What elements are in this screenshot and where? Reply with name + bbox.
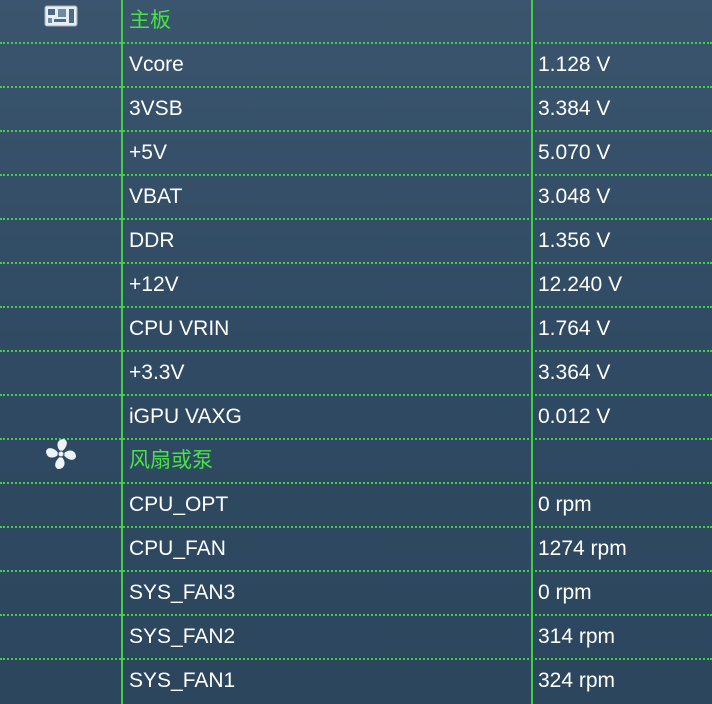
sensor-value: 1.764 V xyxy=(538,317,611,340)
category-label: 主板 xyxy=(129,9,171,32)
sensor-row[interactable]: DDR 1.356 V xyxy=(0,220,712,264)
sensor-row[interactable]: +5V 5.070 V xyxy=(0,132,712,176)
sensor-row[interactable]: SYS_FAN3 0 rpm xyxy=(0,572,712,616)
sensor-value: 5.070 V xyxy=(538,141,611,164)
sensor-value: 0 rpm xyxy=(538,493,592,516)
sensor-value: 1.356 V xyxy=(538,229,611,252)
sensor-name: 3VSB xyxy=(129,97,183,120)
sensor-name: SYS_FAN2 xyxy=(129,625,236,648)
sensor-value: 0 rpm xyxy=(538,581,592,604)
category-row-motherboard[interactable]: 主板 xyxy=(0,0,712,44)
column-divider xyxy=(121,0,123,704)
motherboard-icon xyxy=(44,0,78,42)
sensor-row[interactable]: +12V 12.240 V xyxy=(0,264,712,308)
sensor-row[interactable]: SYS_FAN1 324 rpm xyxy=(0,660,712,704)
sensor-name: +3.3V xyxy=(129,361,185,384)
sensor-row[interactable]: CPU VRIN 1.764 V xyxy=(0,308,712,352)
sensor-row[interactable]: SYS_FAN2 314 rpm xyxy=(0,616,712,660)
sensor-row[interactable]: CPU_OPT 0 rpm xyxy=(0,484,712,528)
sensor-name: CPU_OPT xyxy=(129,493,229,516)
sensor-row[interactable]: 3VSB 3.384 V xyxy=(0,88,712,132)
sensor-row[interactable]: +3.3V 3.364 V xyxy=(0,352,712,396)
sensor-row[interactable]: VBAT 3.048 V xyxy=(0,176,712,220)
sensor-value: 3.364 V xyxy=(538,361,611,384)
sensor-name: +12V xyxy=(129,273,179,296)
sensor-name: +5V xyxy=(129,141,167,164)
sensor-value: 1.128 V xyxy=(538,53,611,76)
sensor-table: 主板 Vcore 1.128 V 3VSB 3.384 V +5V 5.070 … xyxy=(0,0,712,704)
sensor-value: 0.012 V xyxy=(538,405,611,428)
sensor-name: SYS_FAN3 xyxy=(129,581,236,604)
sensor-name: VBAT xyxy=(129,185,183,208)
sensor-value: 324 rpm xyxy=(538,669,616,692)
sensor-name: CPU_FAN xyxy=(129,537,226,560)
sensor-name: iGPU VAXG xyxy=(129,405,242,428)
sensor-value: 3.048 V xyxy=(538,185,611,208)
sensor-name: Vcore xyxy=(129,53,184,76)
category-label: 风扇或泵 xyxy=(129,449,213,472)
category-row-fans[interactable]: 风扇或泵 xyxy=(0,437,712,486)
sensor-row[interactable]: iGPU VAXG 0.012 V xyxy=(0,396,712,440)
sensor-name: SYS_FAN1 xyxy=(129,669,236,692)
column-divider xyxy=(531,0,533,704)
sensor-row[interactable]: CPU_FAN 1274 rpm xyxy=(0,528,712,572)
fan-icon xyxy=(44,437,78,486)
sensor-row[interactable]: Vcore 1.128 V xyxy=(0,44,712,88)
sensor-value: 12.240 V xyxy=(538,273,623,296)
sensor-name: CPU VRIN xyxy=(129,317,230,340)
sensor-value: 314 rpm xyxy=(538,625,616,648)
sensor-value: 3.384 V xyxy=(538,97,611,120)
sensor-name: DDR xyxy=(129,229,175,252)
sensor-value: 1274 rpm xyxy=(538,537,627,560)
